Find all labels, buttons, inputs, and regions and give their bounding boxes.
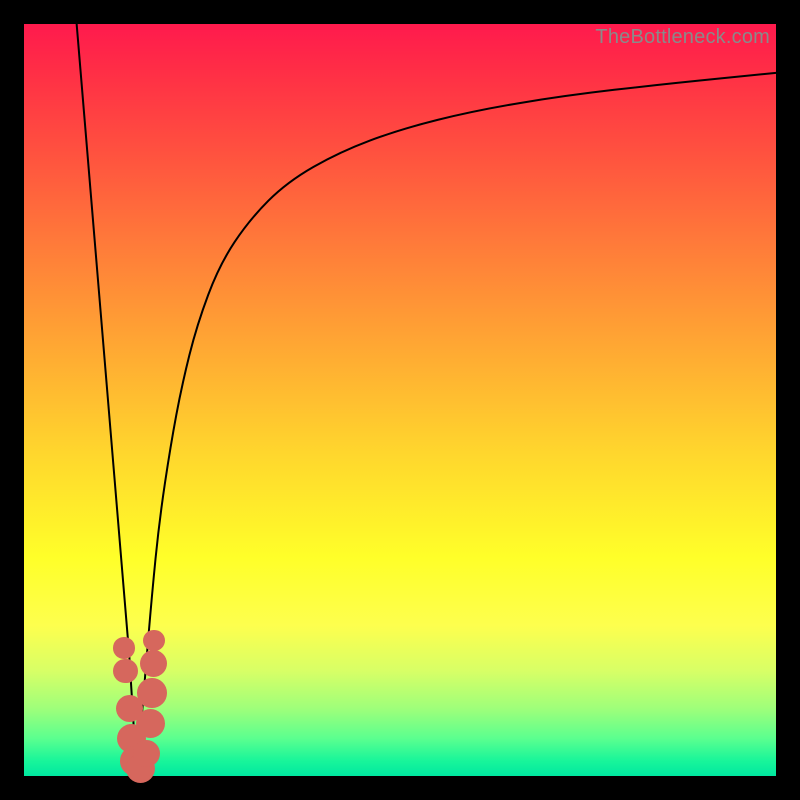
curve-path bbox=[77, 24, 776, 776]
bottleneck-curve bbox=[24, 24, 776, 776]
plot-area: TheBottleneck.com bbox=[24, 24, 776, 776]
chart-frame: TheBottleneck.com bbox=[0, 0, 800, 800]
